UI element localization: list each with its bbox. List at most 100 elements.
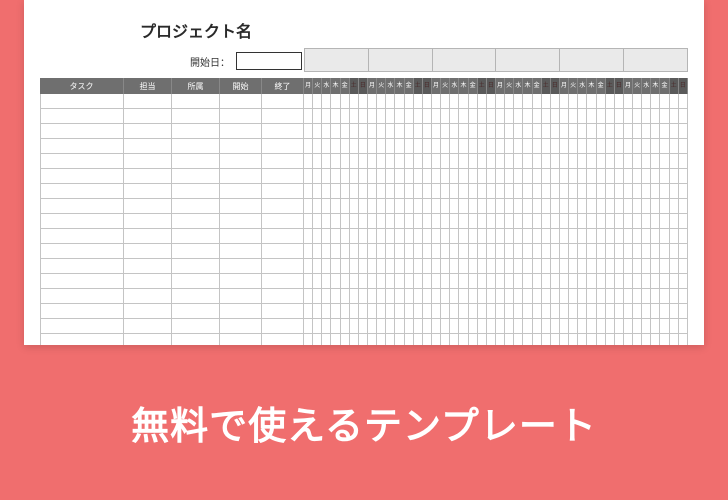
gantt-cell[interactable] <box>423 214 432 229</box>
gantt-cell[interactable] <box>359 94 368 109</box>
gantt-cell[interactable] <box>341 229 350 244</box>
table-cell[interactable] <box>172 229 220 244</box>
gantt-cell[interactable] <box>642 139 651 154</box>
gantt-cell[interactable] <box>386 199 395 214</box>
table-cell[interactable] <box>40 154 124 169</box>
gantt-cell[interactable] <box>514 94 523 109</box>
gantt-cell[interactable] <box>505 259 514 274</box>
gantt-cell[interactable] <box>414 259 423 274</box>
table-cell[interactable] <box>220 124 262 139</box>
gantt-cell[interactable] <box>587 154 596 169</box>
gantt-cell[interactable] <box>551 319 560 334</box>
gantt-cell[interactable] <box>331 94 340 109</box>
gantt-cell[interactable] <box>441 229 450 244</box>
gantt-cell[interactable] <box>478 334 487 345</box>
gantt-cell[interactable] <box>395 184 404 199</box>
gantt-cell[interactable] <box>569 304 578 319</box>
gantt-cell[interactable] <box>459 124 468 139</box>
table-cell[interactable] <box>262 229 304 244</box>
gantt-cell[interactable] <box>386 229 395 244</box>
gantt-cell[interactable] <box>542 259 551 274</box>
gantt-cell[interactable] <box>679 184 688 199</box>
table-cell[interactable] <box>172 334 220 345</box>
gantt-cell[interactable] <box>322 124 331 139</box>
gantt-cell[interactable] <box>633 244 642 259</box>
gantt-cell[interactable] <box>304 94 313 109</box>
table-cell[interactable] <box>220 274 262 289</box>
gantt-cell[interactable] <box>405 244 414 259</box>
gantt-cell[interactable] <box>505 109 514 124</box>
gantt-cell[interactable] <box>304 214 313 229</box>
gantt-cell[interactable] <box>542 184 551 199</box>
table-cell[interactable] <box>262 169 304 184</box>
gantt-cell[interactable] <box>597 259 606 274</box>
gantt-cell[interactable] <box>642 289 651 304</box>
gantt-cell[interactable] <box>469 169 478 184</box>
gantt-cell[interactable] <box>350 289 359 304</box>
gantt-cell[interactable] <box>359 304 368 319</box>
gantt-cell[interactable] <box>597 154 606 169</box>
table-cell[interactable] <box>40 94 124 109</box>
gantt-cell[interactable] <box>514 334 523 345</box>
gantt-cell[interactable] <box>542 214 551 229</box>
table-cell[interactable] <box>220 319 262 334</box>
gantt-cell[interactable] <box>642 274 651 289</box>
gantt-cell[interactable] <box>487 94 496 109</box>
gantt-cell[interactable] <box>469 214 478 229</box>
gantt-cell[interactable] <box>660 229 669 244</box>
gantt-cell[interactable] <box>542 244 551 259</box>
gantt-cell[interactable] <box>478 139 487 154</box>
gantt-cell[interactable] <box>597 244 606 259</box>
gantt-cell[interactable] <box>405 169 414 184</box>
gantt-cell[interactable] <box>368 229 377 244</box>
gantt-cell[interactable] <box>487 244 496 259</box>
gantt-cell[interactable] <box>377 319 386 334</box>
gantt-cell[interactable] <box>331 319 340 334</box>
gantt-cell[interactable] <box>359 334 368 345</box>
gantt-cell[interactable] <box>459 109 468 124</box>
gantt-cell[interactable] <box>615 334 624 345</box>
gantt-cell[interactable] <box>560 259 569 274</box>
gantt-cell[interactable] <box>377 169 386 184</box>
table-cell[interactable] <box>220 184 262 199</box>
gantt-cell[interactable] <box>587 109 596 124</box>
gantt-cell[interactable] <box>432 109 441 124</box>
gantt-cell[interactable] <box>450 259 459 274</box>
gantt-cell[interactable] <box>542 274 551 289</box>
gantt-cell[interactable] <box>587 244 596 259</box>
gantt-cell[interactable] <box>660 94 669 109</box>
gantt-cell[interactable] <box>624 199 633 214</box>
gantt-cell[interactable] <box>423 154 432 169</box>
gantt-cell[interactable] <box>523 139 532 154</box>
table-row[interactable] <box>40 244 688 259</box>
gantt-cell[interactable] <box>633 319 642 334</box>
gantt-cell[interactable] <box>423 304 432 319</box>
gantt-cell[interactable] <box>331 259 340 274</box>
gantt-cell[interactable] <box>377 244 386 259</box>
gantt-cell[interactable] <box>523 154 532 169</box>
gantt-cell[interactable] <box>359 154 368 169</box>
gantt-cell[interactable] <box>514 214 523 229</box>
gantt-cell[interactable] <box>578 154 587 169</box>
gantt-cell[interactable] <box>432 154 441 169</box>
gantt-cell[interactable] <box>331 184 340 199</box>
gantt-cell[interactable] <box>478 229 487 244</box>
gantt-cell[interactable] <box>368 109 377 124</box>
gantt-cell[interactable] <box>578 244 587 259</box>
gantt-cell[interactable] <box>606 139 615 154</box>
gantt-cell[interactable] <box>313 199 322 214</box>
gantt-cell[interactable] <box>313 214 322 229</box>
gantt-cell[interactable] <box>578 304 587 319</box>
gantt-cell[interactable] <box>587 319 596 334</box>
gantt-cell[interactable] <box>359 214 368 229</box>
gantt-cell[interactable] <box>606 169 615 184</box>
gantt-cell[interactable] <box>350 169 359 184</box>
table-cell[interactable] <box>262 334 304 345</box>
table-cell[interactable] <box>124 154 172 169</box>
gantt-cell[interactable] <box>459 304 468 319</box>
gantt-cell[interactable] <box>386 139 395 154</box>
gantt-cell[interactable] <box>359 184 368 199</box>
table-row[interactable] <box>40 274 688 289</box>
gantt-cell[interactable] <box>670 289 679 304</box>
gantt-cell[interactable] <box>642 214 651 229</box>
